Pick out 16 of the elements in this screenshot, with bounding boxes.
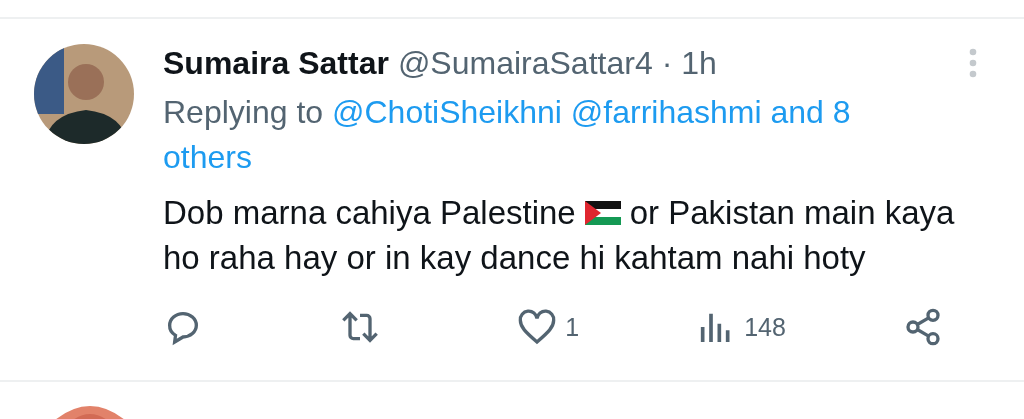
share-icon[interactable]	[903, 307, 943, 347]
post-time: · 1h	[661, 44, 717, 82]
action-count: 1	[565, 312, 580, 342]
post-text: ho raha hay or in kay dance hi kahtam nahi hoty	[163, 238, 866, 278]
mention-link[interactable]: @ChotiSheikhni	[332, 94, 562, 130]
action-count: 148	[744, 312, 786, 342]
flag-icon	[584, 199, 621, 226]
author-handle[interactable]: @SumairaSattar4	[397, 44, 653, 82]
mention-link[interactable]: @farrihashmi	[570, 94, 762, 130]
author-name[interactable]: Sumaira Sattar	[163, 44, 389, 82]
replying-label: Replying to	[163, 94, 324, 130]
mention-link[interactable]: others	[163, 139, 252, 175]
post-text: or Pakistan main kaya	[629, 193, 955, 233]
mention-link[interactable]: and 8	[770, 94, 851, 130]
heart-icon[interactable]	[517, 307, 558, 347]
post-text: Dob marna cahiya Palestine	[163, 193, 576, 233]
